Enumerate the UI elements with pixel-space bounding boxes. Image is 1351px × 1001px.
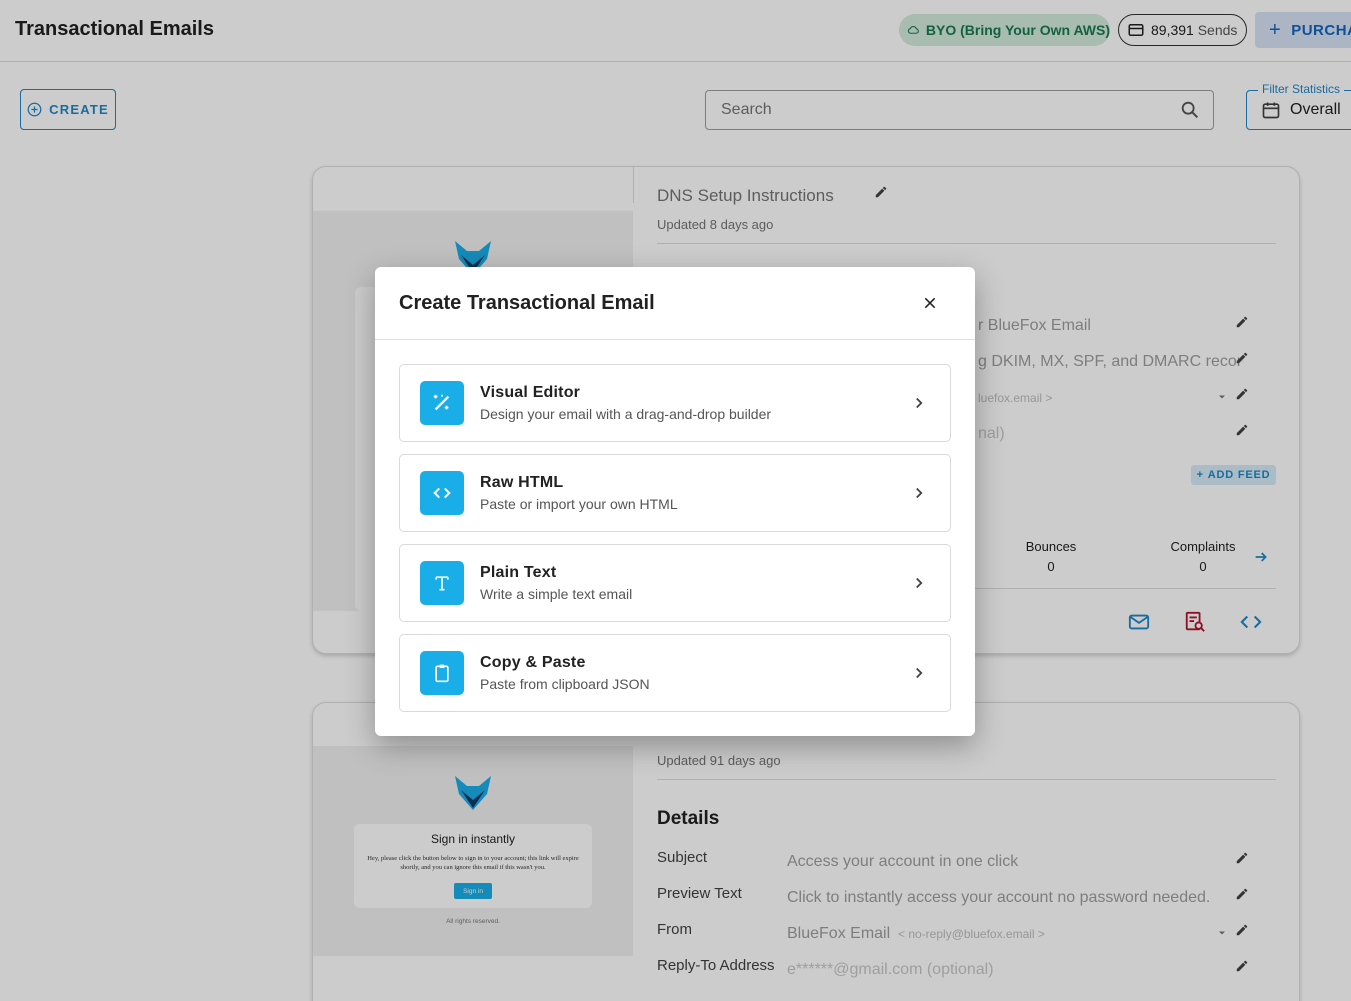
option-subtitle: Paste or import your own HTML — [480, 496, 678, 512]
option-icon-box — [420, 471, 464, 515]
chevron-right-icon — [916, 487, 923, 499]
close-icon — [924, 297, 936, 309]
option-title: Visual Editor — [480, 384, 581, 401]
option-title: Raw HTML — [480, 474, 564, 491]
close-button[interactable] — [916, 289, 944, 317]
code-icon — [433, 487, 451, 499]
option-subtitle: Design your email with a drag-and-drop b… — [480, 406, 772, 422]
option-title: Plain Text — [480, 564, 557, 581]
magic-wand-icon — [433, 394, 450, 411]
dialog-divider — [375, 339, 975, 340]
option-raw-html[interactable]: Raw HTML Paste or import your own HTML — [399, 454, 951, 532]
chevron-right-icon — [916, 397, 923, 409]
option-subtitle: Paste from clipboard JSON — [480, 676, 650, 692]
option-copy-paste[interactable]: Copy & Paste Paste from clipboard JSON — [399, 634, 951, 712]
option-icon-box — [420, 381, 464, 425]
chevron-right-icon — [916, 667, 923, 679]
option-icon-box — [420, 561, 464, 605]
option-visual-editor[interactable]: Visual Editor Design your email with a d… — [399, 364, 951, 442]
dialog-title: Create Transactional Email — [399, 292, 655, 314]
option-icon-box — [420, 651, 464, 695]
clipboard-icon — [435, 664, 449, 683]
option-plain-text[interactable]: Plain Text Write a simple text email — [399, 544, 951, 622]
option-title: Copy & Paste — [480, 654, 586, 671]
chevron-right-icon — [916, 577, 923, 589]
text-t-icon — [435, 576, 449, 591]
create-email-dialog: Create Transactional Email Visual Editor… — [375, 267, 975, 736]
option-subtitle: Write a simple text email — [480, 586, 633, 602]
